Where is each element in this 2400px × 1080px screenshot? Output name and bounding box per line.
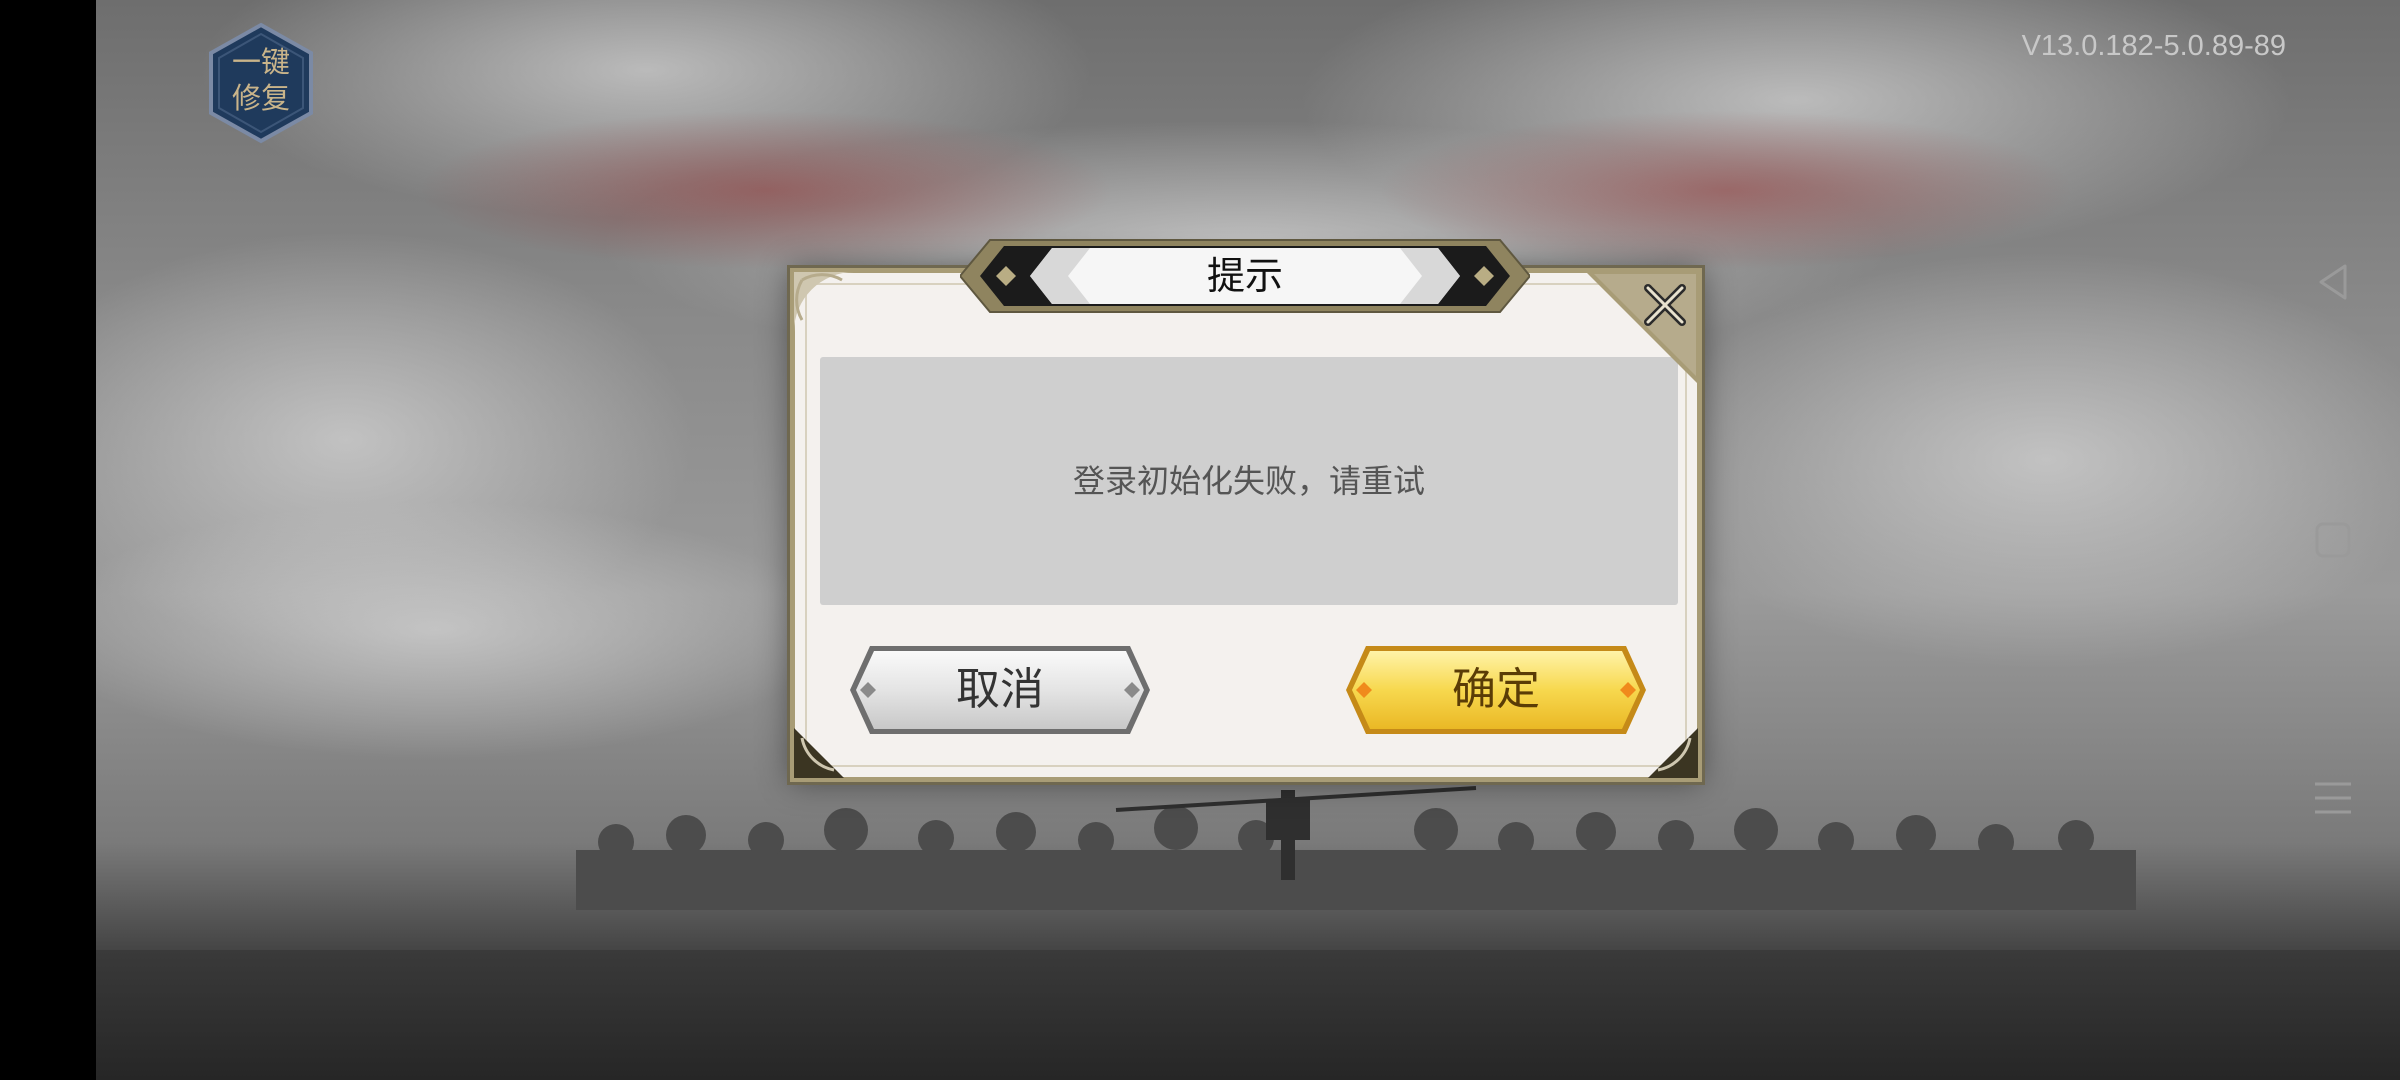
cancel-label: 取消	[956, 664, 1044, 715]
version-text: V13.0.182-5.0.89-89	[2021, 30, 2286, 62]
confirm-button[interactable]: 确定	[1346, 642, 1646, 738]
close-button[interactable]	[1582, 268, 1702, 388]
message-box: 登录初始化失败，请重试	[820, 357, 1678, 605]
repair-label: 一键 修复	[231, 45, 290, 115]
alert-dialog: 登录初始化失败，请重试 提示 取消 确定	[790, 239, 1702, 782]
dialog-title: 提示	[1206, 254, 1283, 298]
back-icon[interactable]	[2309, 258, 2357, 306]
close-icon	[1582, 268, 1702, 388]
menu-icon[interactable]	[2309, 774, 2357, 822]
confirm-label: 确定	[1452, 664, 1540, 715]
army-silhouette	[576, 786, 2136, 910]
dialog-title-banner: 提示	[958, 236, 1532, 316]
one-click-repair-button[interactable]: 一键 修复	[207, 22, 315, 144]
cancel-button[interactable]: 取消	[850, 642, 1150, 738]
home-icon[interactable]	[2309, 516, 2357, 564]
corner-ornament-icon	[794, 272, 854, 332]
message-text: 登录初始化失败，请重试	[1072, 462, 1425, 500]
